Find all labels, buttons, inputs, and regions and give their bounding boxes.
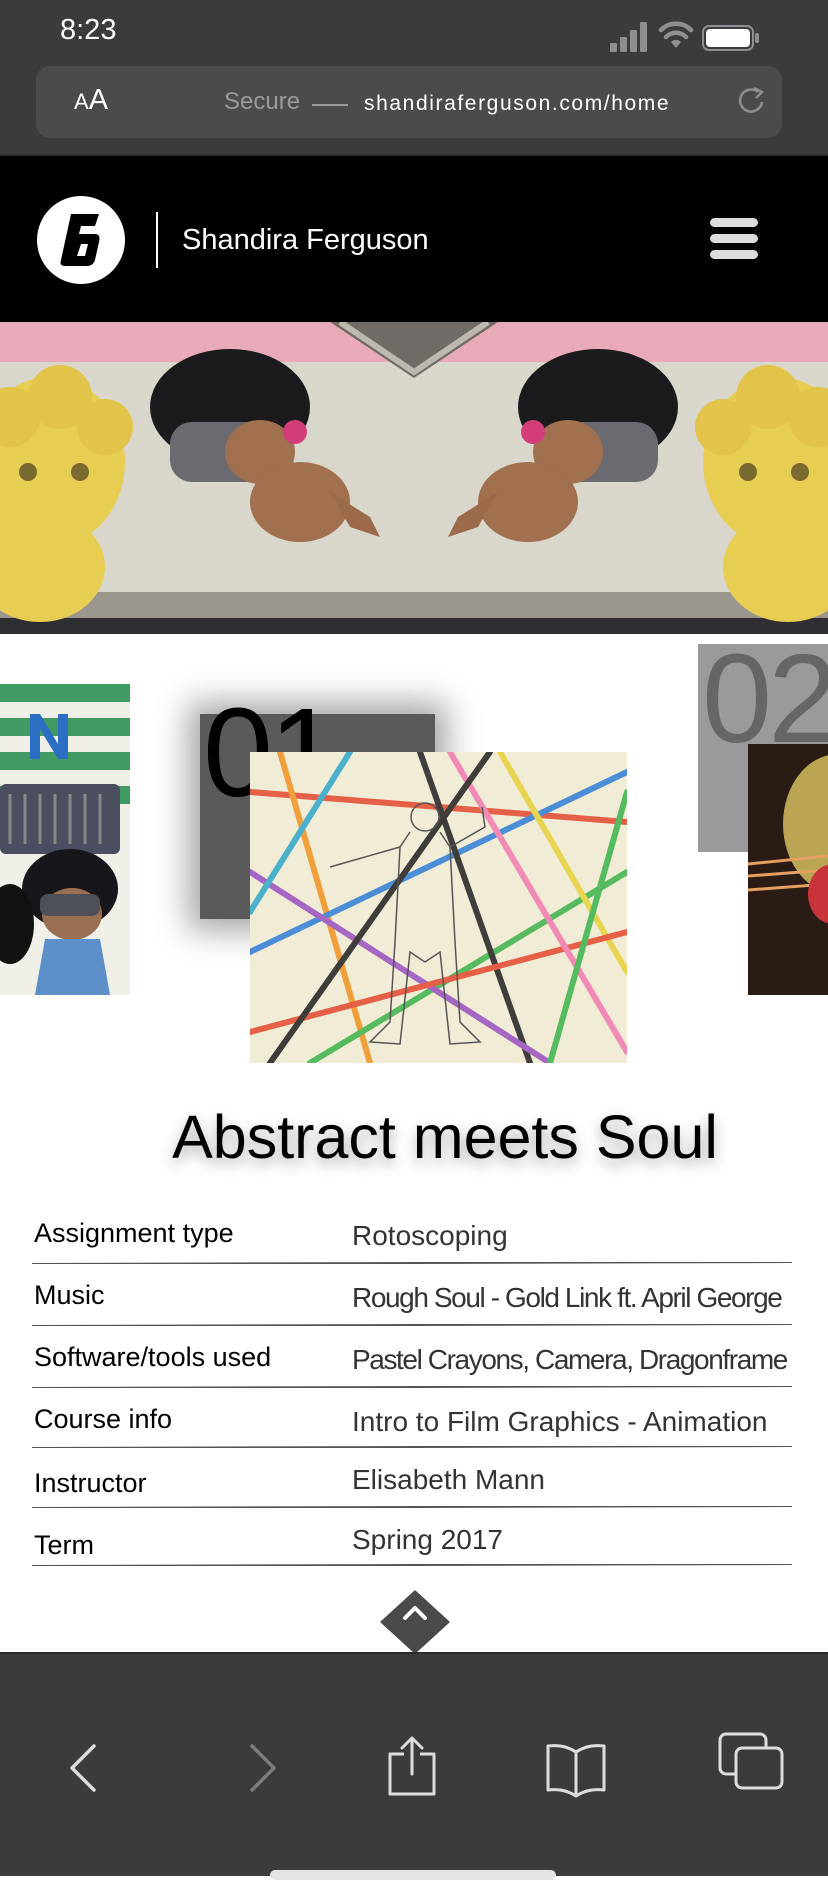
browser-bottom-toolbar [0, 1652, 828, 1876]
wifi-icon [658, 21, 694, 48]
reload-icon[interactable] [732, 80, 772, 120]
detail-label-assignment-type: Assignment type [34, 1218, 234, 1248]
detail-label-instructor: Instructor [34, 1468, 147, 1498]
site-logo[interactable] [37, 196, 125, 284]
project-title: Abstract meets Soul [172, 1103, 718, 1171]
chevron-up-icon[interactable] [380, 1590, 450, 1660]
next-project-thumbnail[interactable] [748, 744, 828, 995]
row-divider [32, 1506, 792, 1508]
row-divider [32, 1564, 792, 1566]
address-bar[interactable]: AA Secure shandiraferguson.com/home [36, 66, 782, 138]
site-header: Shandira Ferguson [0, 156, 828, 322]
text-size-button[interactable]: AA [74, 84, 108, 117]
status-time: 8:23 [60, 14, 117, 46]
back-icon[interactable] [64, 1742, 104, 1794]
logo-six-icon [60, 214, 100, 266]
project-featured-image[interactable] [250, 752, 627, 1063]
row-divider [32, 1324, 792, 1326]
row-divider [32, 1446, 792, 1448]
detail-value-course-info: Intro to Film Graphics - Animation [352, 1406, 768, 1437]
header-divider [156, 212, 158, 268]
home-indicator[interactable] [270, 1870, 556, 1880]
text-size-large-label: A [88, 84, 109, 116]
detail-value-instructor: Elisabeth Mann [352, 1464, 546, 1495]
detail-label-course-info: Course info [34, 1404, 173, 1434]
detail-value-term: Spring 2017 [352, 1524, 504, 1555]
row-divider [32, 1386, 792, 1388]
forward-icon[interactable] [242, 1742, 282, 1794]
row-divider [32, 1262, 792, 1264]
browser-top-bar: 8:23 AA Secure shandiraferguson.com/home [0, 0, 828, 156]
bookmarks-icon[interactable] [544, 1742, 608, 1798]
detail-label-software: Software/tools used [34, 1342, 272, 1372]
url-text[interactable]: shandiraferguson.com/home [364, 92, 670, 116]
secure-label: Secure [224, 88, 301, 115]
secure-separator [312, 104, 348, 106]
detail-label-music: Music [34, 1280, 105, 1310]
tabs-icon[interactable] [716, 1730, 788, 1794]
cellular-signal-icon [610, 22, 647, 52]
hero-banner-image [0, 322, 828, 634]
menu-icon[interactable] [710, 218, 758, 260]
detail-value-music: Rough Soul - Gold Link ft. April George [352, 1282, 783, 1313]
detail-value-software: Pastel Crayons, Camera, Dragonframe [352, 1344, 788, 1375]
detail-label-term: Term [34, 1530, 94, 1560]
detail-value-assignment-type: Rotoscoping [352, 1220, 508, 1251]
previous-project-thumbnail[interactable] [0, 684, 130, 995]
share-icon[interactable] [386, 1734, 438, 1798]
site-name[interactable]: Shandira Ferguson [182, 224, 429, 257]
text-size-small-label: A [74, 89, 89, 114]
battery-icon [702, 25, 759, 51]
